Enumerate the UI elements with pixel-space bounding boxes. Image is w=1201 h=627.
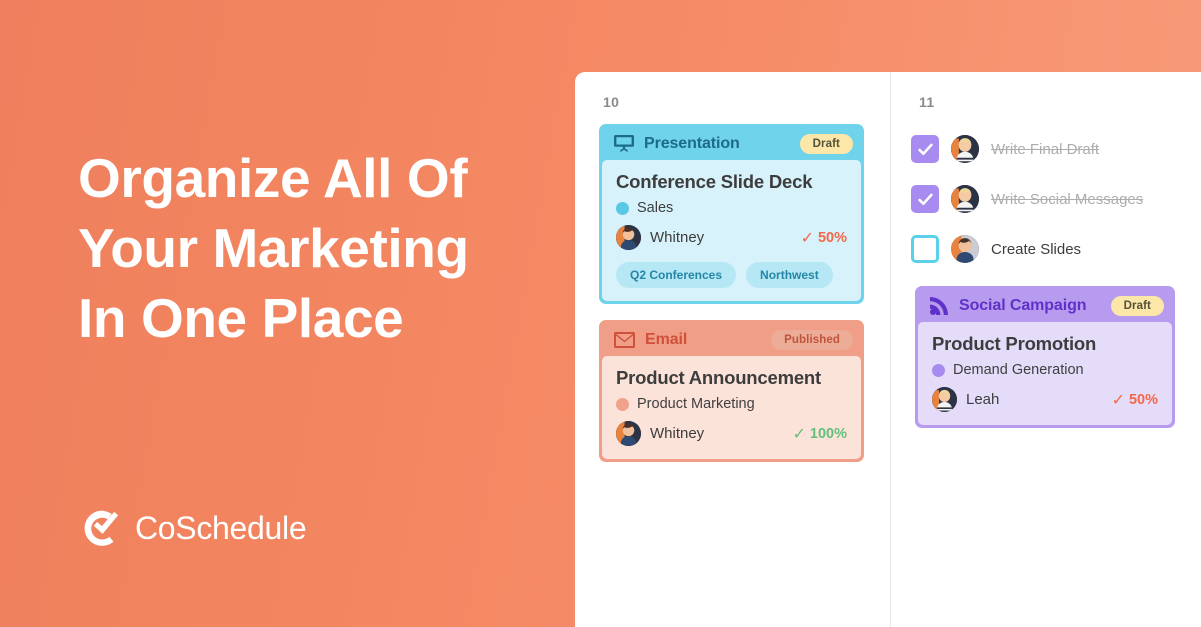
- progress-indicator: ✓ 50%: [1112, 390, 1158, 410]
- task-item[interactable]: Write Final Draft: [911, 124, 1181, 174]
- check-icon: ✓: [792, 425, 806, 443]
- hero-section: Organize All Of Your Marketing In One Pl…: [0, 0, 575, 627]
- event-card-email[interactable]: Email Published Product Announcement Pro…: [599, 320, 864, 462]
- calendar-column-day-11: 11 Write Final Draft Write Social Messag…: [890, 72, 1201, 627]
- task-label: Write Final Draft: [991, 140, 1100, 158]
- owner-name: Whitney: [650, 425, 705, 442]
- task-checkbox[interactable]: [911, 185, 939, 213]
- card-header: Social Campaign Draft: [918, 289, 1172, 322]
- task-checkbox[interactable]: [911, 135, 939, 163]
- owner-name: Whitney: [650, 229, 705, 246]
- avatar: [616, 421, 641, 446]
- progress-value: 50%: [817, 229, 847, 246]
- calendar-column-day-10: 10 Presentation Draft Conference Slide D…: [575, 72, 890, 627]
- avatar: [616, 225, 641, 250]
- card-header: Email Published: [602, 323, 861, 356]
- card-category: Sales: [616, 200, 847, 216]
- card-title: Conference Slide Deck: [616, 171, 813, 192]
- card-owner-row: Leah ✓ 50%: [932, 387, 1158, 412]
- status-badge: Published: [771, 329, 853, 350]
- status-badge: Draft: [1110, 295, 1164, 316]
- card-title: Product Announcement: [616, 367, 821, 388]
- card-gap: [891, 274, 1201, 286]
- progress-value: 100%: [809, 425, 847, 442]
- rss-broadcast-icon: [930, 296, 948, 315]
- category-label: Sales: [637, 200, 674, 216]
- task-item[interactable]: Write Social Messages: [911, 174, 1181, 224]
- check-icon: [917, 193, 933, 205]
- title-line-2: Your Marketing: [78, 217, 469, 279]
- card-type-label: Social Campaign: [959, 296, 1087, 314]
- card-type-label: Presentation: [644, 134, 740, 152]
- card-category: Product Marketing: [616, 396, 847, 412]
- presentation-screen-icon: [614, 135, 634, 152]
- category-color-dot: [932, 363, 945, 377]
- task-label: Create Slides: [991, 240, 1082, 258]
- check-icon: [917, 143, 933, 155]
- check-icon: ✓: [800, 229, 814, 247]
- progress-indicator: ✓ 50%: [801, 228, 847, 248]
- envelope-icon: [614, 331, 635, 348]
- card-gap: [575, 304, 890, 320]
- title-line-3: In One Place: [78, 287, 404, 349]
- card-owner-row: Whitney ✓ 50%: [616, 225, 847, 250]
- card-body: Product Announcement Product Marketing W…: [602, 356, 861, 459]
- progress-indicator: ✓ 100%: [793, 424, 848, 444]
- tag-chip[interactable]: Northwest: [746, 262, 833, 288]
- column-date-label: 10: [603, 94, 620, 110]
- card-body: Product Promotion Demand Generation Leah…: [918, 322, 1172, 425]
- task-checkbox[interactable]: [911, 235, 939, 263]
- coschedule-logo: CoSchedule: [82, 508, 307, 548]
- avatar: [932, 387, 957, 412]
- event-card-social-campaign[interactable]: Social Campaign Draft Product Promotion …: [915, 286, 1175, 428]
- check-icon: ✓: [1111, 391, 1125, 409]
- title-line-1: Organize All Of: [78, 147, 468, 209]
- task-label: Write Social Messages: [991, 190, 1144, 208]
- logo-wordmark: CoSchedule: [135, 509, 307, 546]
- card-header: Presentation Draft: [602, 127, 861, 160]
- task-item[interactable]: Create Slides: [911, 224, 1181, 274]
- event-card-presentation[interactable]: Presentation Draft Conference Slide Deck…: [599, 124, 864, 304]
- tag-chip[interactable]: Q2 Conferences: [616, 262, 737, 288]
- avatar: [951, 185, 979, 213]
- status-badge: Draft: [799, 133, 853, 154]
- card-type-label: Email: [645, 330, 688, 348]
- avatar: [951, 135, 979, 163]
- card-body: Conference Slide Deck Sales Whitney ✓ 50…: [602, 160, 861, 301]
- avatar: [951, 235, 979, 263]
- category-label: Demand Generation: [953, 362, 1084, 378]
- card-title: Product Promotion: [932, 333, 1097, 354]
- owner-name: Leah: [966, 391, 1000, 408]
- card-owner-row: Whitney ✓ 100%: [616, 421, 847, 446]
- category-color-dot: [616, 201, 629, 215]
- column-date-label: 11: [919, 94, 935, 110]
- page-title: Organize All Of Your Marketing In One Pl…: [78, 143, 548, 353]
- progress-value: 50%: [1128, 391, 1158, 408]
- task-list: Write Final Draft Write Social Messages …: [911, 124, 1181, 274]
- category-label: Product Marketing: [637, 396, 755, 412]
- card-category: Demand Generation: [932, 362, 1158, 378]
- category-color-dot: [616, 397, 629, 411]
- calendar-panel: 10 Presentation Draft Conference Slide D…: [575, 72, 1201, 627]
- coschedule-check-circle-icon: [84, 510, 119, 546]
- card-tags: Q2 Conferences Northwest: [616, 262, 847, 288]
